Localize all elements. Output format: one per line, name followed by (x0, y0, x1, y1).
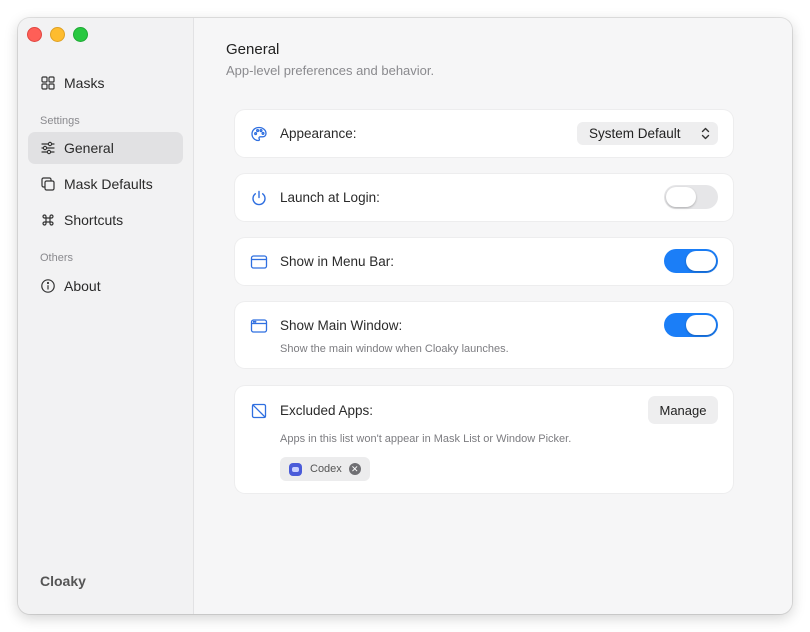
window-icon (250, 317, 268, 335)
show-in-menu-bar-row: Show in Menu Bar: (235, 238, 733, 285)
sidebar-item-label: Shortcuts (64, 212, 124, 228)
sidebar: Masks Settings General Mask Defaults Sho… (18, 18, 194, 614)
updown-chevron-icon (701, 127, 710, 140)
sidebar-item-mask-defaults[interactable]: Mask Defaults (28, 168, 183, 200)
toggle-knob (686, 251, 716, 271)
sidebar-item-masks[interactable]: Masks (28, 67, 183, 99)
command-icon (40, 212, 56, 228)
app-name-footer: Cloaky (40, 573, 86, 589)
close-window-button[interactable] (27, 27, 42, 42)
excluded-apps-row: Excluded Apps: Manage Apps in this list … (235, 386, 733, 493)
info-icon (40, 278, 56, 294)
excluded-apps-label: Excluded Apps: (280, 403, 374, 418)
manage-button[interactable]: Manage (648, 396, 718, 424)
page-title: General (226, 41, 280, 58)
launch-at-login-row: Launch at Login: (235, 174, 733, 221)
launch-at-login-toggle[interactable] (664, 185, 718, 209)
page-subtitle: App-level preferences and behavior. (226, 63, 435, 78)
excluded-icon (250, 402, 268, 420)
appearance-row: Appearance: System Default (235, 110, 733, 157)
show-main-window-row: Show Main Window: Show the main window w… (235, 302, 733, 368)
codex-app-icon (289, 462, 302, 476)
grid-icon (40, 75, 56, 91)
sidebar-item-general[interactable]: General (28, 132, 183, 164)
palette-icon (250, 125, 268, 143)
sidebar-item-label: Mask Defaults (64, 176, 153, 192)
settings-window: Masks Settings General Mask Defaults Sho… (18, 18, 792, 614)
copy-icon (40, 176, 56, 192)
toggle-knob (666, 187, 696, 207)
zoom-window-button[interactable] (73, 27, 88, 42)
appearance-label: Appearance: (280, 126, 357, 141)
sliders-icon (40, 140, 56, 156)
remove-app-icon[interactable]: ✕ (348, 463, 361, 475)
sidebar-item-label: General (64, 140, 114, 156)
excluded-apps-description: Apps in this list won't appear in Mask L… (280, 433, 572, 445)
window-icon (250, 253, 268, 271)
show-in-menu-bar-toggle[interactable] (664, 249, 718, 273)
toggle-knob (686, 315, 716, 335)
appearance-select-value: System Default (589, 126, 681, 141)
sidebar-item-label: Masks (64, 75, 105, 91)
window-controls (27, 27, 88, 42)
excluded-app-name: Codex (310, 463, 342, 475)
sidebar-item-about[interactable]: About (28, 270, 183, 302)
show-main-window-label: Show Main Window: (280, 318, 403, 333)
appearance-select[interactable]: System Default (577, 122, 718, 145)
power-icon (250, 189, 268, 207)
minimize-window-button[interactable] (50, 27, 65, 42)
launch-at-login-label: Launch at Login: (280, 190, 380, 205)
sidebar-item-shortcuts[interactable]: Shortcuts (28, 204, 183, 236)
section-label-others: Others (40, 252, 74, 264)
section-label-settings: Settings (40, 115, 80, 127)
sidebar-item-label: About (64, 278, 101, 294)
show-main-window-toggle[interactable] (664, 313, 718, 337)
show-in-menu-bar-label: Show in Menu Bar: (280, 254, 395, 269)
show-main-window-description: Show the main window when Cloaky launche… (280, 343, 509, 355)
main-content: General App-level preferences and behavi… (194, 18, 792, 614)
excluded-app-chip: Codex ✕ (280, 457, 370, 481)
